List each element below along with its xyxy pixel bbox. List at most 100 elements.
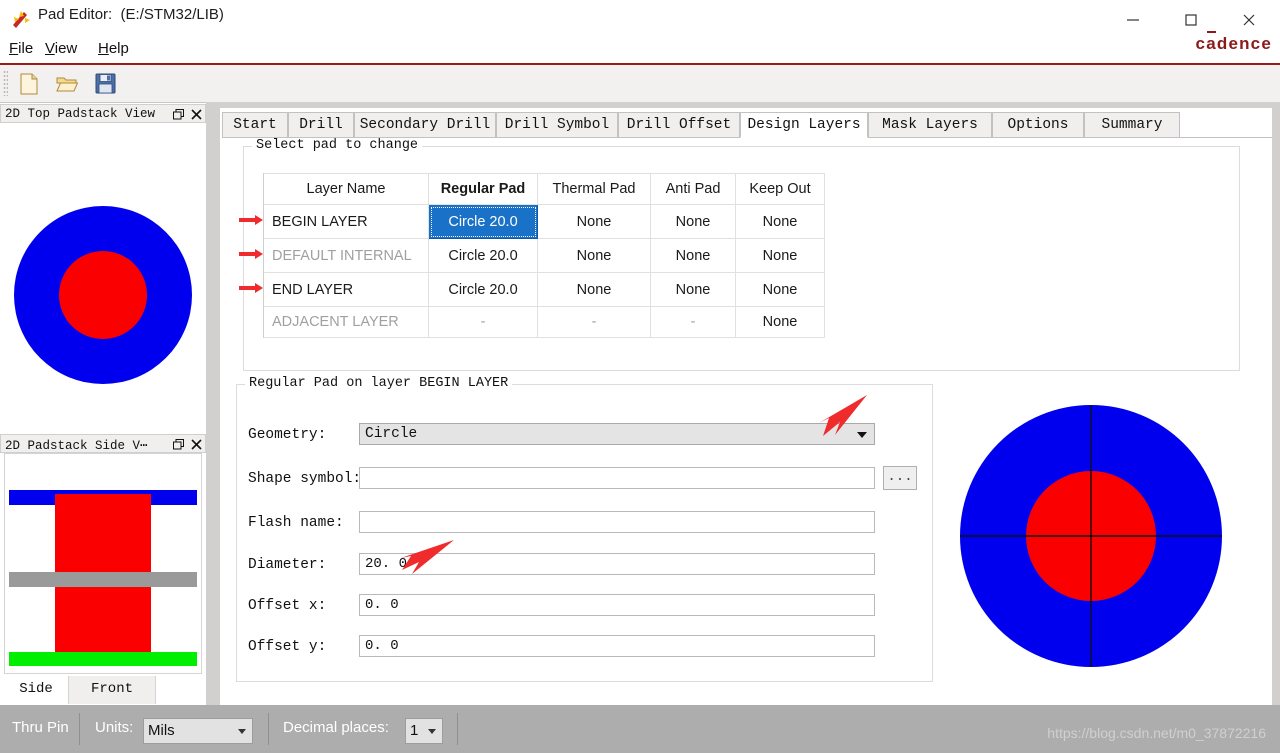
shape-symbol-label: Shape symbol: — [248, 471, 361, 487]
cell-thermal-pad[interactable]: None — [538, 273, 651, 307]
padstack-preview-canvas[interactable] — [941, 384, 1247, 689]
window-title: Pad Editor: (E:/STM32/LIB) — [38, 6, 224, 23]
menu-item-help[interactable]: Help — [98, 36, 129, 62]
cell-keep-out[interactable]: None — [736, 307, 825, 338]
cell-layer-name[interactable]: DEFAULT INTERNAL — [264, 239, 429, 273]
tab-mask-layers[interactable]: Mask Layers — [868, 112, 992, 138]
offset-y-label: Offset y: — [248, 639, 326, 655]
right-dock-edge — [1272, 104, 1280, 724]
shape-symbol-input[interactable] — [359, 467, 875, 489]
table-row[interactable]: DEFAULT INTERNAL Circle 20.0 None None N… — [247, 239, 825, 273]
chevron-down-icon — [238, 729, 246, 734]
toolbar-grip[interactable] — [3, 70, 8, 96]
pad-layers-table[interactable]: Layer Name Regular Pad Thermal Pad Anti … — [247, 173, 825, 338]
regular-pad-group: Regular Pad on layer BEGIN LAYER Geometr… — [236, 384, 933, 682]
flash-name-input[interactable] — [359, 511, 875, 533]
panel-top-canvas[interactable] — [0, 123, 206, 429]
cell-layer-name[interactable]: END LAYER — [264, 273, 429, 307]
col-header-regular-pad[interactable]: Regular Pad — [429, 174, 538, 205]
cell-keep-out[interactable]: None — [736, 205, 825, 239]
cell-anti-pad[interactable]: None — [651, 205, 736, 239]
panel-side-tabs: Side Front — [0, 676, 206, 704]
status-separator-3 — [457, 713, 458, 745]
table-row[interactable]: BEGIN LAYER Circle 20.0 None None None — [247, 205, 825, 239]
left-dock-splitter[interactable] — [206, 104, 220, 724]
col-header-anti-pad[interactable]: Anti Pad — [651, 174, 736, 205]
tab-secondary-drill[interactable]: Secondary Drill — [354, 112, 496, 138]
row-marker-cell — [247, 273, 264, 307]
tab-summary[interactable]: Summary — [1084, 112, 1180, 138]
offset-x-input[interactable]: 0. 0 — [359, 594, 875, 616]
panel-tab-front[interactable]: Front — [68, 676, 156, 704]
new-file-icon — [19, 73, 39, 95]
tabstrip-underline-right — [1080, 137, 1272, 138]
panel-side-title: 2D Padstack Side V⋯ — [5, 437, 148, 453]
tab-design-layers[interactable]: Design Layers — [740, 112, 868, 138]
pad-layers-table-body: BEGIN LAYER Circle 20.0 None None None D… — [247, 205, 825, 338]
cell-anti-pad[interactable]: - — [651, 307, 736, 338]
row-marker-cell — [247, 307, 264, 338]
cell-thermal-pad[interactable]: - — [538, 307, 651, 338]
panel-top-title-bar: 2D Top Padstack View — [0, 104, 206, 123]
minimize-button[interactable] — [1110, 0, 1156, 40]
cell-regular-pad[interactable]: Circle 20.0 — [429, 239, 538, 273]
cell-keep-out[interactable]: None — [736, 273, 825, 307]
panel-side-title-bar: 2D Padstack Side V⋯ — [0, 434, 206, 453]
menu-item-view[interactable]: View — [45, 36, 77, 62]
panel-side-canvas[interactable] — [4, 453, 202, 674]
panel-tab-side[interactable]: Side — [4, 676, 68, 704]
cell-thermal-pad[interactable]: None — [538, 205, 651, 239]
geometry-value: Circle — [365, 426, 417, 442]
shape-symbol-browse-button[interactable]: ... — [883, 466, 917, 490]
offset-y-input[interactable]: 0. 0 — [359, 635, 875, 657]
decimal-places-combobox[interactable]: 1 — [405, 718, 443, 744]
table-row[interactable]: ADJACENT LAYER - - - None — [247, 307, 825, 338]
cell-regular-pad[interactable]: Circle 20.0 — [429, 273, 538, 307]
tab-start[interactable]: Start — [222, 112, 288, 138]
minimize-icon — [1126, 13, 1140, 27]
cell-anti-pad[interactable]: None — [651, 239, 736, 273]
cell-layer-name[interactable]: BEGIN LAYER — [264, 205, 429, 239]
menu-item-file[interactable]: File — [9, 36, 33, 62]
geometry-combobox[interactable]: Circle — [359, 423, 875, 445]
col-header-thermal-pad[interactable]: Thermal Pad — [538, 174, 651, 205]
units-combobox[interactable]: Mils — [143, 718, 253, 744]
diameter-input[interactable]: 20. 0 — [359, 553, 875, 575]
cell-thermal-pad[interactable]: None — [538, 239, 651, 273]
row-pointer-arrow-icon — [247, 205, 263, 235]
table-row[interactable]: END LAYER Circle 20.0 None None None — [247, 273, 825, 307]
save-button[interactable] — [90, 70, 120, 97]
table-corner-cell — [247, 174, 264, 205]
panel-2d-top-padstack-view: 2D Top Padstack View — [0, 104, 206, 429]
flash-name-label: Flash name: — [248, 515, 344, 531]
menu-bar: File View Help — [0, 36, 1280, 62]
table-header-row: Layer Name Regular Pad Thermal Pad Anti … — [247, 174, 825, 205]
panel-2d-padstack-side-view: 2D Padstack Side V⋯ — [0, 434, 206, 704]
cell-anti-pad[interactable]: None — [651, 273, 736, 307]
pad-editor-app-icon — [10, 8, 32, 30]
chevron-down-icon — [857, 432, 867, 438]
row-marker-cell — [247, 205, 264, 239]
status-separator-2 — [268, 713, 269, 745]
col-header-layer-name[interactable]: Layer Name — [264, 174, 429, 205]
decimal-places-label: Decimal places: — [283, 719, 389, 736]
panel-top-title: 2D Top Padstack View — [5, 107, 155, 121]
pin-type-label: Thru Pin — [12, 719, 69, 736]
tab-drill-offset[interactable]: Drill Offset — [618, 112, 740, 138]
open-file-button[interactable] — [52, 70, 82, 97]
menu-file-rest: ile — [18, 40, 33, 57]
units-label: Units: — [95, 719, 133, 736]
cell-layer-name[interactable]: ADJACENT LAYER — [264, 307, 429, 338]
cell-regular-pad[interactable]: Circle 20.0 — [429, 205, 538, 239]
status-bar: Thru Pin Units: Mils Decimal places: 1 h… — [0, 705, 1280, 753]
cadence-brand-logo: cadence — [1196, 34, 1272, 54]
new-file-button[interactable] — [14, 70, 44, 97]
tab-drill[interactable]: Drill — [288, 112, 354, 138]
select-pad-legend: Select pad to change — [252, 138, 422, 153]
cell-regular-pad[interactable]: - — [429, 307, 538, 338]
tab-options[interactable]: Options — [992, 112, 1084, 138]
tab-drill-symbol[interactable]: Drill Symbol — [496, 112, 618, 138]
col-header-keep-out[interactable]: Keep Out — [736, 174, 825, 205]
maximize-icon — [1184, 13, 1198, 27]
cell-keep-out[interactable]: None — [736, 239, 825, 273]
